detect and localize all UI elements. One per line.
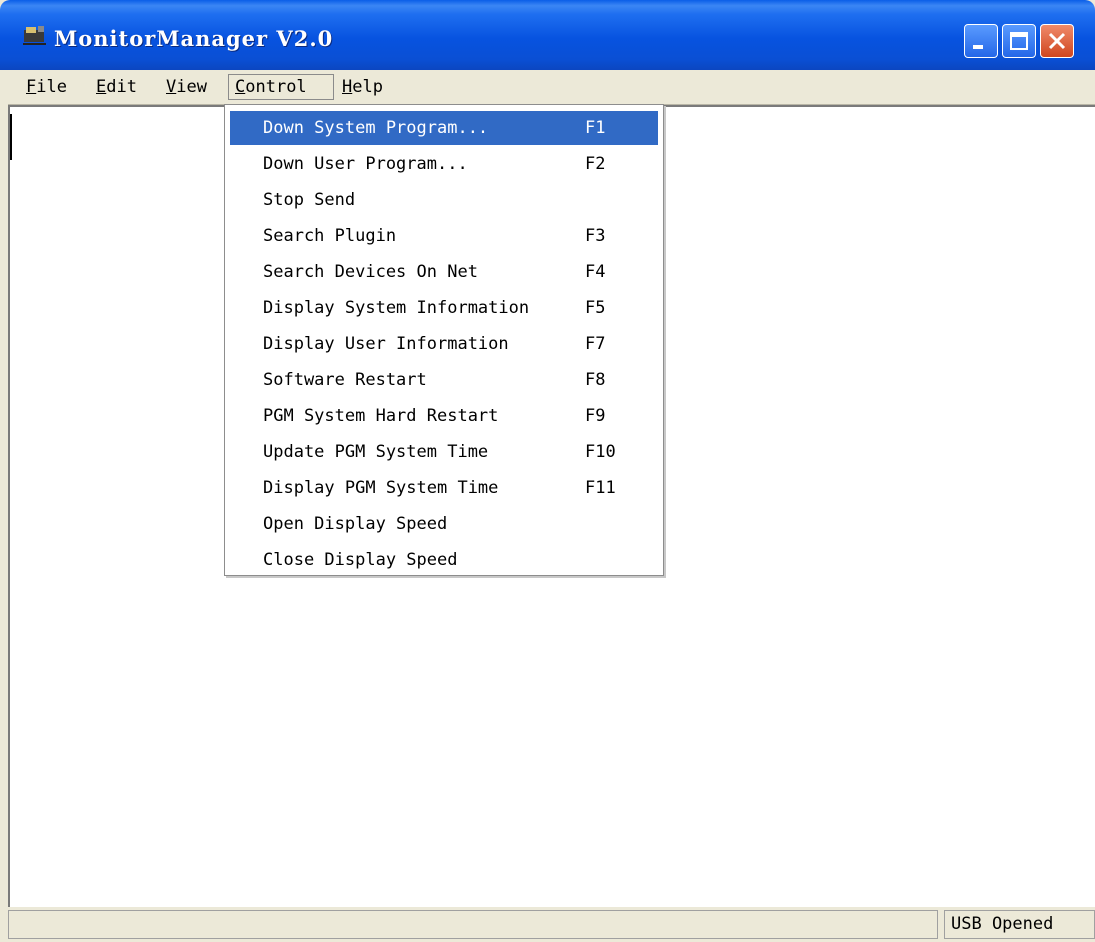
menu-item-label: Open Display Speed — [263, 514, 448, 534]
menu-item-shortcut: F8 — [585, 370, 606, 390]
app-window: MonitorManager V2.0 File Edit View Contr… — [0, 0, 1095, 942]
menu-item-stop-send[interactable]: Stop Send — [230, 183, 658, 217]
menu-item-display-system-information[interactable]: Display System Information F5 — [230, 291, 658, 325]
menu-edit[interactable]: Edit — [90, 74, 143, 100]
menu-item-label: Close Display Speed — [263, 550, 458, 570]
menu-item-label: Display PGM System Time — [263, 478, 499, 498]
menu-item-label: Stop Send — [263, 190, 356, 210]
menu-item-shortcut: F11 — [585, 478, 616, 498]
close-button[interactable] — [1040, 24, 1074, 58]
menu-item-search-devices-on-net[interactable]: Search Devices On Net F4 — [230, 255, 658, 289]
menu-item-update-pgm-system-time[interactable]: Update PGM System Time F10 — [230, 435, 658, 469]
title-bar[interactable]: MonitorManager V2.0 — [0, 0, 1095, 70]
control-dropdown-menu: Down System Program... F1 Down User Prog… — [224, 104, 664, 576]
menu-help-label-rest: elp — [352, 77, 383, 97]
status-main-panel — [8, 910, 938, 939]
menu-help[interactable]: Help — [336, 74, 389, 100]
menu-view-label-rest: iew — [176, 77, 207, 97]
menu-item-software-restart[interactable]: Software Restart F8 — [230, 363, 658, 397]
menu-edit-mnemonic: E — [96, 77, 107, 97]
menu-item-shortcut: F7 — [585, 334, 606, 354]
menu-item-shortcut: F1 — [585, 118, 606, 138]
close-icon — [1048, 32, 1066, 50]
menu-item-shortcut: F3 — [585, 226, 606, 246]
menu-item-label: Down System Program... — [263, 118, 489, 138]
menu-item-label: Display User Information — [263, 334, 509, 354]
maximize-icon — [1010, 32, 1028, 50]
menu-item-label: Software Restart — [263, 370, 427, 390]
menu-help-mnemonic: H — [342, 77, 353, 97]
window-left-frame — [0, 104, 8, 907]
menu-item-label: Search Devices On Net — [263, 262, 478, 282]
menu-control-label-rest: ontrol — [245, 77, 307, 97]
menu-item-shortcut: F2 — [585, 154, 606, 174]
menu-file[interactable]: File — [20, 74, 73, 100]
menu-item-label: Display System Information — [263, 298, 530, 318]
menu-bar: File Edit View Control Help — [0, 70, 1095, 105]
menu-item-label: PGM System Hard Restart — [263, 406, 499, 426]
minimize-icon — [973, 45, 983, 49]
menu-control[interactable]: Control — [228, 74, 334, 100]
menu-item-shortcut: F9 — [585, 406, 606, 426]
menu-edit-label-rest: dit — [106, 77, 137, 97]
menu-item-down-system-program[interactable]: Down System Program... F1 — [230, 111, 658, 145]
menu-item-down-user-program[interactable]: Down User Program... F2 — [230, 147, 658, 181]
menu-item-label: Down User Program... — [263, 154, 468, 174]
window-title: MonitorManager V2.0 — [54, 26, 334, 51]
menu-item-shortcut: F5 — [585, 298, 606, 318]
menu-view[interactable]: View — [160, 74, 213, 100]
menu-item-shortcut: F4 — [585, 262, 606, 282]
menu-item-shortcut: F10 — [585, 442, 616, 462]
monitor-app-icon — [23, 26, 46, 45]
text-caret — [10, 114, 12, 160]
maximize-button[interactable] — [1002, 24, 1036, 58]
status-usb-panel: USB Opened — [944, 910, 1095, 939]
menu-item-close-display-speed[interactable]: Close Display Speed — [230, 543, 658, 577]
minimize-button[interactable] — [964, 24, 998, 58]
menu-file-label-rest: ile — [36, 77, 67, 97]
menu-item-open-display-speed[interactable]: Open Display Speed — [230, 507, 658, 541]
menu-item-display-pgm-system-time[interactable]: Display PGM System Time F11 — [230, 471, 658, 505]
menu-item-label: Update PGM System Time — [263, 442, 489, 462]
menu-item-display-user-information[interactable]: Display User Information F7 — [230, 327, 658, 361]
menu-item-search-plugin[interactable]: Search Plugin F3 — [230, 219, 658, 253]
menu-view-mnemonic: V — [166, 77, 177, 97]
menu-file-mnemonic: F — [26, 77, 37, 97]
menu-control-mnemonic: C — [235, 77, 246, 97]
menu-item-pgm-system-hard-restart[interactable]: PGM System Hard Restart F9 — [230, 399, 658, 433]
menu-item-label: Search Plugin — [263, 226, 397, 246]
status-bar: USB Opened — [0, 907, 1095, 942]
